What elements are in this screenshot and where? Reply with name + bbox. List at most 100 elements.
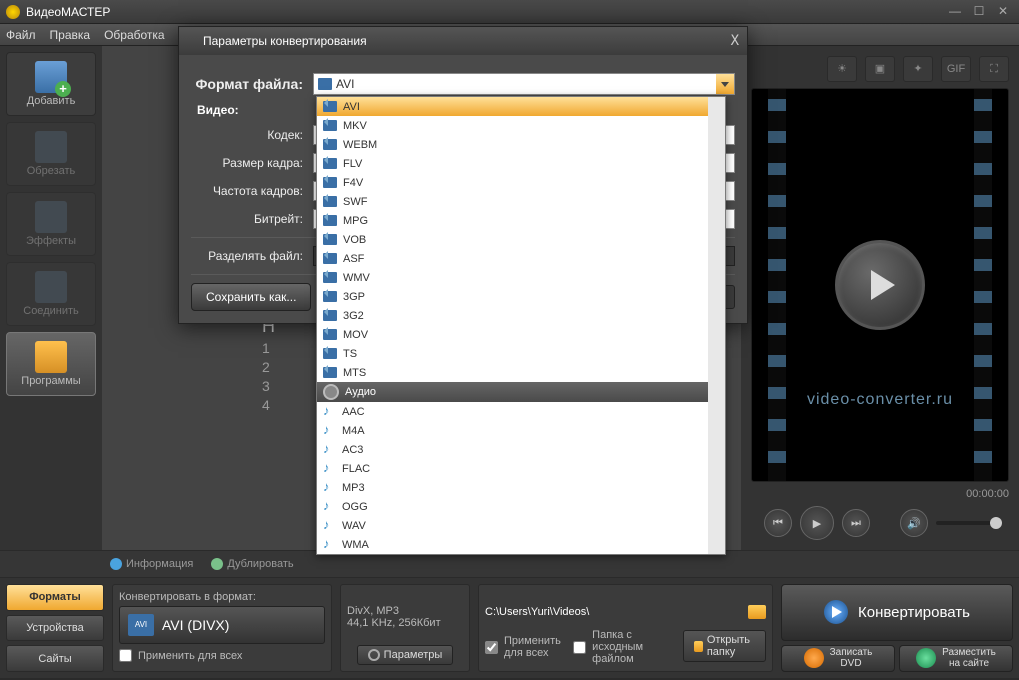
dropdown-item-m4a[interactable]: M4A: [317, 421, 725, 440]
play-button[interactable]: ▶: [800, 506, 834, 540]
audio-file-icon: [323, 424, 334, 437]
audio-file-icon: [323, 538, 334, 551]
bottom-panel: Форматы Устройства Сайты Конвертировать …: [0, 578, 1019, 678]
format-panel: Конвертировать в формат: AVI AVI (DIVX) …: [112, 584, 332, 672]
sidebar-key-button[interactable]: Программы: [6, 332, 96, 396]
format-display[interactable]: AVI AVI (DIVX): [119, 606, 325, 644]
preview-tool-2[interactable]: ✦: [903, 56, 933, 82]
format-dropdown[interactable]: AVIMKVWEBMFLVF4VSWFMPGVOBASFWMV3GP3G2MOV…: [316, 96, 726, 555]
dropdown-item-swf[interactable]: SWF: [317, 192, 725, 211]
hint-numbers: Н 1 2 3 4: [262, 316, 275, 416]
format-combo[interactable]: AVI: [313, 73, 735, 95]
audio-file-icon: [323, 481, 334, 494]
dropdown-item-ogg[interactable]: OGG: [317, 497, 725, 516]
video-file-icon: [323, 329, 337, 340]
dropdown-item-flac[interactable]: FLAC: [317, 459, 725, 478]
video-file-icon: [323, 310, 337, 321]
dropdown-item-flv[interactable]: FLV: [317, 154, 725, 173]
apply-all-checkbox[interactable]: Применить для всех: [119, 649, 325, 662]
preview-tool-1[interactable]: ▣: [865, 56, 895, 82]
dropdown-item-vob[interactable]: VOB: [317, 230, 725, 249]
next-button[interactable]: ⏭: [842, 509, 870, 537]
scrollbar[interactable]: [708, 97, 725, 554]
sidebar-cut-button: Обрезать: [6, 122, 96, 186]
dropdown-item-3gp[interactable]: 3GP: [317, 287, 725, 306]
dropdown-item-mp3[interactable]: MP3: [317, 478, 725, 497]
duplicate-button[interactable]: Дублировать: [211, 558, 293, 570]
dropdown-item-mpg[interactable]: MPG: [317, 211, 725, 230]
info-button[interactable]: Информация: [110, 558, 193, 570]
cut-icon: [35, 131, 67, 163]
dialog-titlebar: Параметры конвертирования X: [179, 27, 747, 55]
dropdown-item-ac3[interactable]: AC3: [317, 440, 725, 459]
audio-file-icon: [323, 462, 334, 475]
volume-button[interactable]: 🔊: [900, 509, 928, 537]
publish-button[interactable]: Разместитьна сайте: [899, 645, 1013, 672]
dropdown-item-aac[interactable]: AAC: [317, 402, 725, 421]
dropdown-item-ts[interactable]: TS: [317, 344, 725, 363]
minimize-button[interactable]: —: [945, 4, 965, 20]
sidebar-join-button: Соединить: [6, 262, 96, 326]
preview-time: 00:00:00: [751, 488, 1009, 500]
sidebar-add-button[interactable]: Добавить: [6, 52, 96, 116]
open-folder-button[interactable]: Открыть папку: [683, 630, 766, 662]
folder-icon[interactable]: [748, 605, 766, 619]
close-button[interactable]: ✕: [993, 4, 1013, 20]
dropdown-item-mov[interactable]: MOV: [317, 325, 725, 344]
preview-tool-0[interactable]: ☀: [827, 56, 857, 82]
video-file-icon: [318, 78, 332, 90]
preview-toolbar: ☀ ▣ ✦ GIF ⛶: [751, 56, 1009, 82]
tab-sites[interactable]: Сайты: [6, 645, 104, 672]
preview-tool-3[interactable]: GIF: [941, 56, 971, 82]
preview-box: video-converter.ru: [751, 88, 1009, 482]
tab-formats[interactable]: Форматы: [6, 584, 104, 611]
preview-panel: ☀▣✦GIF⛶ video-converter.ru 00:00:00 ⏮ ▶ …: [741, 46, 1019, 550]
sidebar: ДобавитьОбрезатьЭффектыСоединитьПрограмм…: [0, 46, 102, 550]
preview-play-icon[interactable]: [835, 240, 925, 330]
dropdown-item-wmv[interactable]: WMV: [317, 268, 725, 287]
dropdown-item-asf[interactable]: ASF: [317, 249, 725, 268]
film-strip-icon: [768, 89, 786, 481]
dropdown-item-webm[interactable]: WEBM: [317, 135, 725, 154]
gear-icon: [368, 649, 380, 661]
dropdown-item-3g2[interactable]: 3G2: [317, 306, 725, 325]
video-file-icon: [323, 139, 337, 150]
format-tabs: Форматы Устройства Сайты: [6, 584, 104, 672]
dialog-title: Параметры конвертирования: [203, 34, 367, 48]
video-file-icon: [323, 215, 337, 226]
menu-edit[interactable]: Правка: [50, 28, 91, 42]
convert-button[interactable]: Конвертировать: [781, 584, 1013, 641]
src-folder-checkbox[interactable]: Папка с исходным файлом: [573, 629, 673, 665]
dropdown-item-mts[interactable]: MTS: [317, 363, 725, 382]
path-apply-all-checkbox[interactable]: Применить для всех: [485, 635, 563, 659]
video-file-icon: [323, 234, 337, 245]
title-bar: ВидеоМАСТЕР — ☐ ✕: [0, 0, 1019, 24]
burn-dvd-button[interactable]: ЗаписатьDVD: [781, 645, 895, 672]
dropdown-item-f4v[interactable]: F4V: [317, 173, 725, 192]
dialog-close-button[interactable]: X: [731, 33, 739, 49]
fps-label: Частота кадров:: [191, 184, 313, 198]
dropdown-item-wma[interactable]: WMA: [317, 535, 725, 554]
save-as-button[interactable]: Сохранить как...: [191, 283, 311, 311]
audio-file-icon: [323, 405, 334, 418]
video-file-icon: [323, 196, 337, 207]
volume-slider[interactable]: [936, 521, 996, 525]
tab-devices[interactable]: Устройства: [6, 615, 104, 642]
prev-button[interactable]: ⏮: [764, 509, 792, 537]
menu-process[interactable]: Обработка: [104, 28, 165, 42]
codec-panel: DivX, MP3 44,1 KHz, 256Кбит Параметры: [340, 584, 470, 672]
video-file-icon: [323, 158, 337, 169]
dropdown-item-wav[interactable]: WAV: [317, 516, 725, 535]
menu-file[interactable]: Файл: [6, 28, 36, 42]
preview-tool-4[interactable]: ⛶: [979, 56, 1009, 82]
maximize-button[interactable]: ☐: [969, 4, 989, 20]
dropdown-item-mkv[interactable]: MKV: [317, 116, 725, 135]
video-file-icon: [323, 177, 337, 188]
dropdown-item-avi[interactable]: AVI: [317, 97, 725, 116]
params-button[interactable]: Параметры: [357, 645, 454, 665]
dropdown-category-audio: Аудио: [317, 382, 725, 402]
audio-file-icon: [323, 443, 334, 456]
video-file-icon: [323, 120, 337, 131]
video-file-icon: [323, 272, 337, 283]
video-file-icon: [323, 348, 337, 359]
